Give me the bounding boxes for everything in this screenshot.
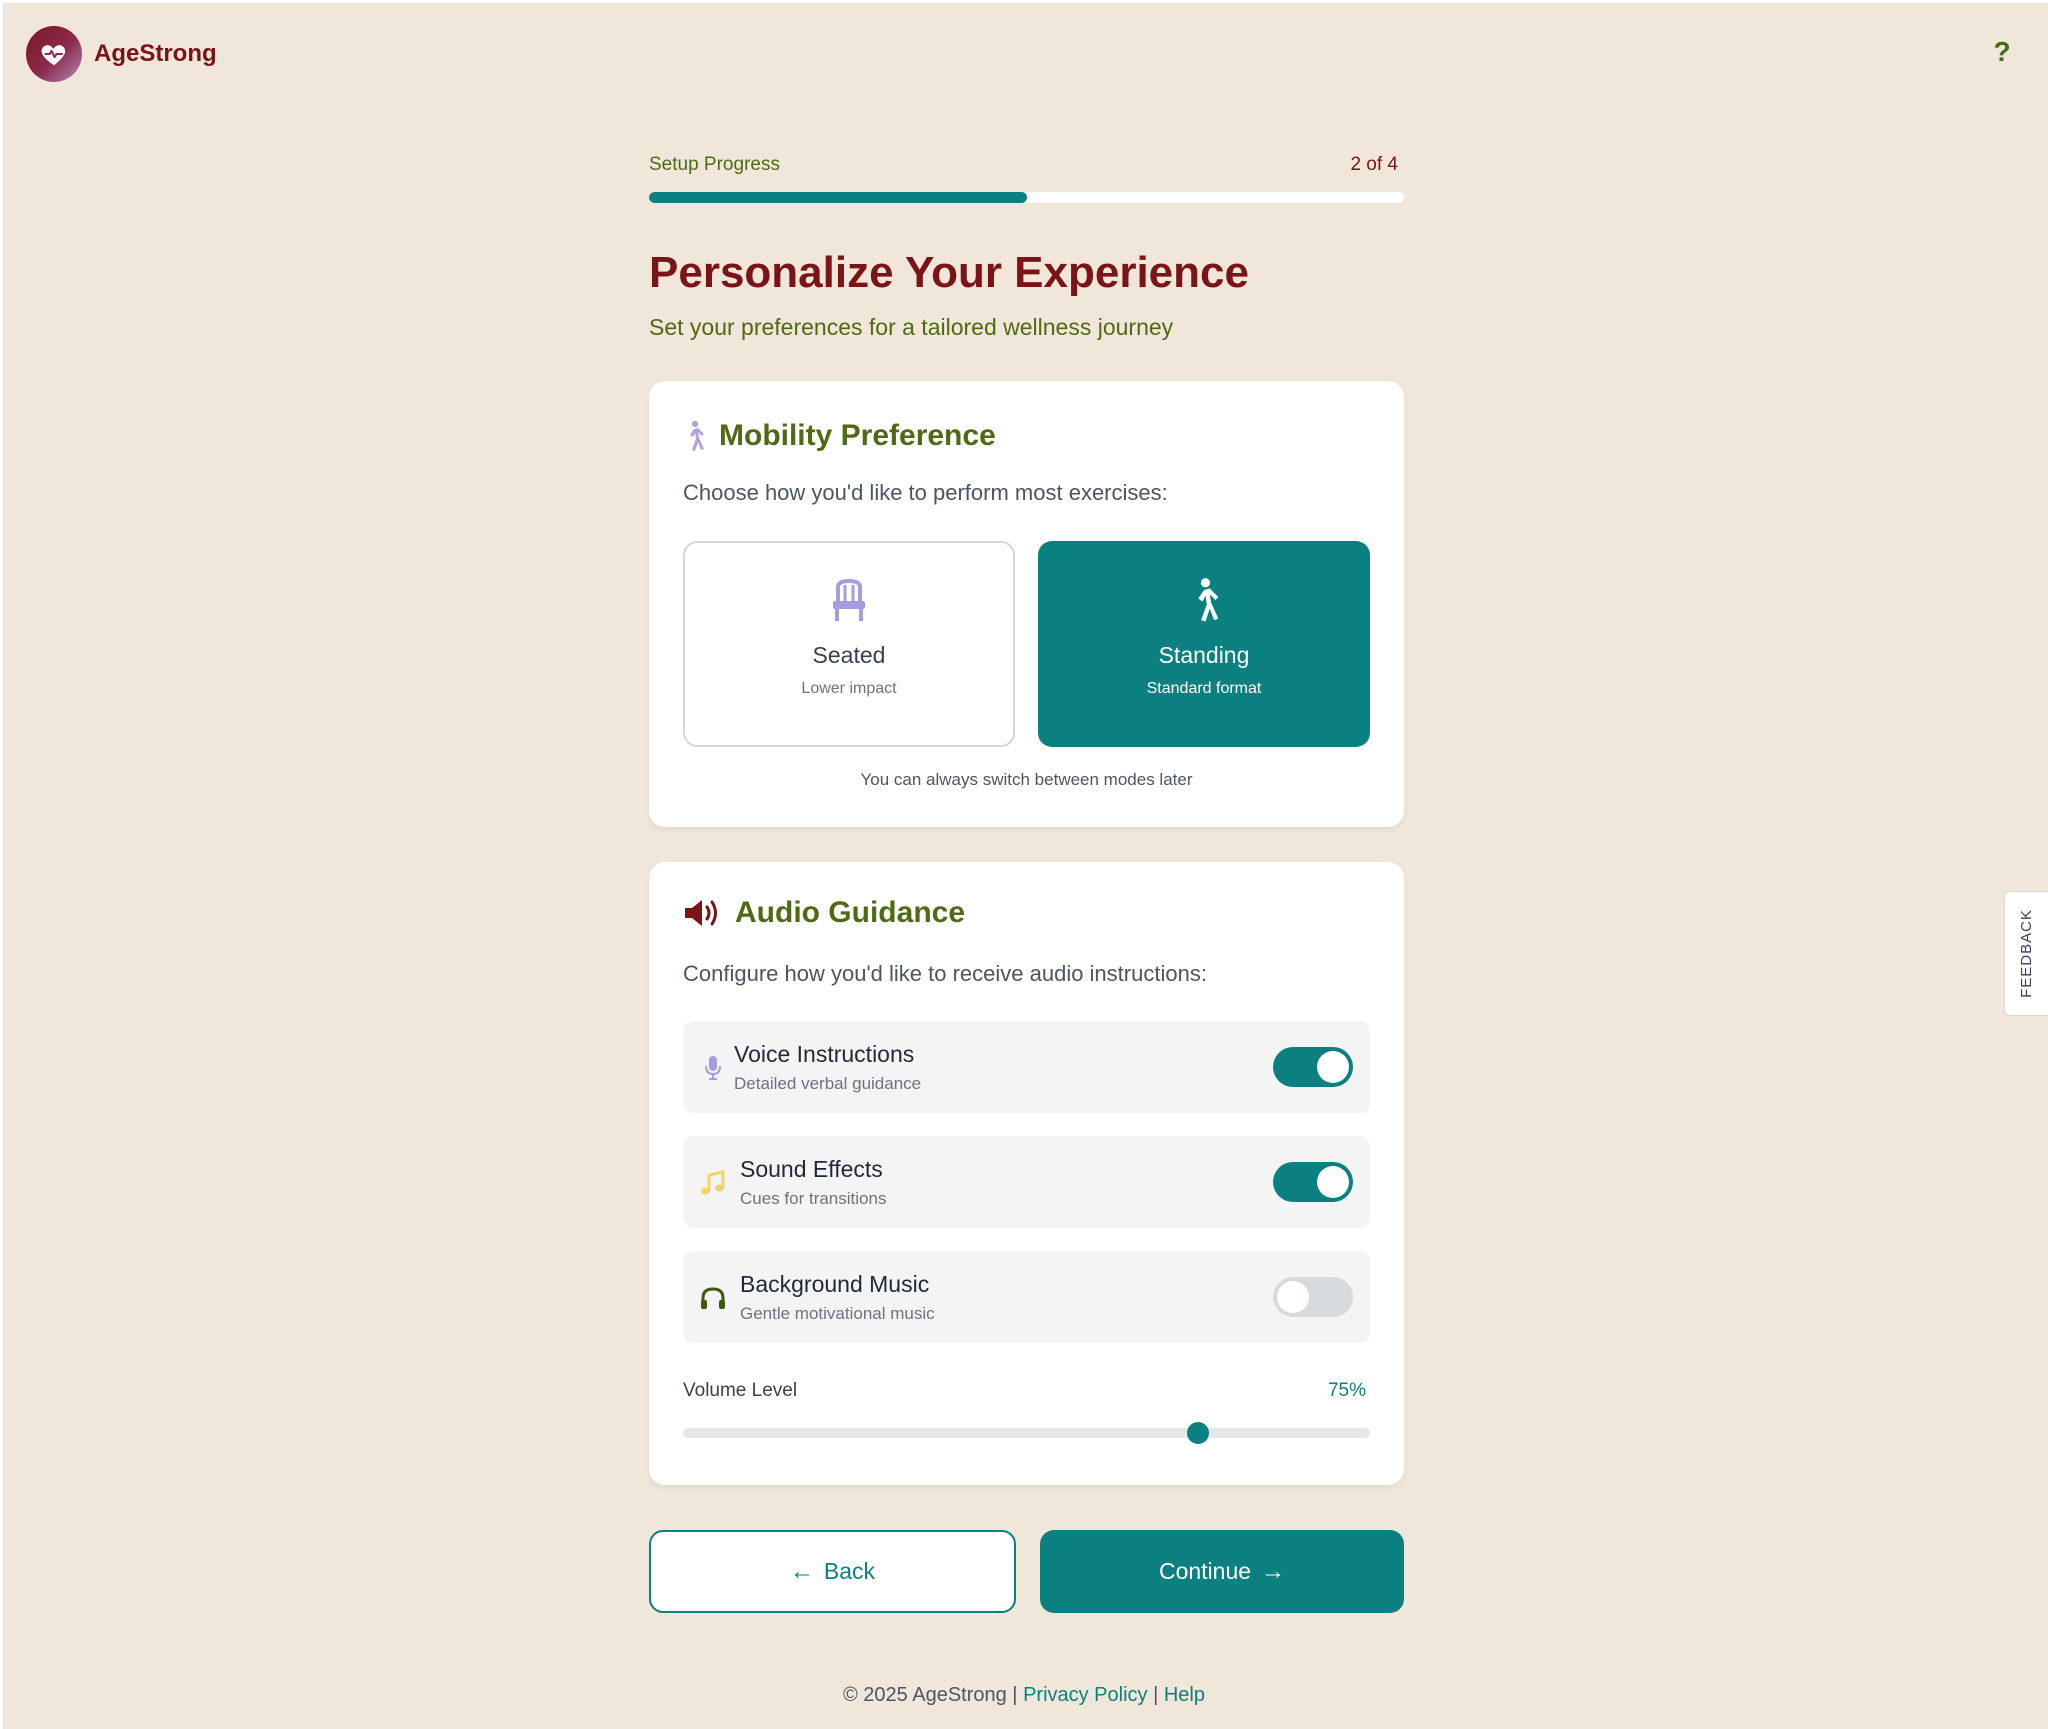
music-note-icon [699,1169,727,1197]
seated-option[interactable]: Seated Lower impact [683,541,1015,747]
page-title: Personalize Your Experience [649,248,1249,297]
heart-pulse-icon [26,26,82,82]
standing-option[interactable]: Standing Standard format [1038,541,1370,747]
mobility-preference-card: Mobility Preference Choose how you'd lik… [649,381,1404,827]
privacy-policy-link[interactable]: Privacy Policy [1023,1684,1147,1706]
volume-slider[interactable] [683,1422,1370,1444]
arrow-right-icon: → [1261,1557,1286,1585]
footer: © 2025 AgeStrong | Privacy Policy | Help [0,1684,2048,1707]
back-button[interactable]: ← Back [649,1530,1016,1613]
mode-switch-note: You can always switch between modes late… [860,770,1193,789]
toggle-knob [1317,1051,1349,1083]
mobility-title-text: Mobility Preference [719,419,996,452]
standing-option-sub: Standard format [1146,680,1262,697]
page-subtitle: Set your preferences for a tailored well… [649,314,1174,340]
sound-effects-label: Sound Effects [740,1156,883,1182]
arrow-left-icon: ← [789,1557,814,1585]
app-name: AgeStrong [94,40,217,67]
mobility-description: Choose how you'd like to perform most ex… [683,480,1168,505]
chair-icon [830,578,868,628]
speaker-volume-icon [683,897,721,929]
footer-copyright: © 2025 AgeStrong [843,1684,1007,1706]
footer-separator: | [1147,1684,1164,1706]
feedback-tab[interactable]: FEEDBACK [2004,891,2048,1016]
sound-effects-sub: Cues for transitions [740,1189,887,1208]
audio-card-title: Audio Guidance [683,896,965,930]
microphone-icon [699,1054,727,1082]
feedback-label: FEEDBACK [2018,909,2036,998]
help-link[interactable]: Help [1164,1684,1205,1706]
volume-level-label: Volume Level [683,1380,798,1401]
volume-slider-thumb[interactable] [1187,1422,1210,1444]
walking-person-icon [1188,577,1220,628]
continue-button-label: Continue [1158,1558,1252,1584]
voice-instructions-row: Voice Instructions Detailed verbal guida… [683,1021,1370,1113]
background-music-toggle[interactable] [1273,1277,1353,1317]
audio-title-text: Audio Guidance [735,896,966,929]
background-music-row: Background Music Gentle motivational mus… [683,1251,1370,1343]
audio-guidance-card: Audio Guidance Configure how you'd like … [649,862,1404,1485]
progress-count: 2 of 4 [1350,154,1398,175]
progress-bar-fill [649,192,1027,203]
background-music-label: Background Music [740,1271,930,1297]
voice-instructions-sub: Detailed verbal guidance [734,1074,922,1093]
seated-option-sub: Lower impact [801,680,897,697]
audio-description: Configure how you'd like to receive audi… [683,961,1207,986]
progress-bar [649,192,1404,203]
back-button-label: Back [823,1558,876,1584]
help-button[interactable]: ? [1986,36,2018,68]
sound-effects-row: Sound Effects Cues for transitions [683,1136,1370,1228]
progress-header: Setup Progress 2 of 4 [649,154,1404,176]
footer-separator: | [1006,1684,1024,1706]
seated-option-label: Seated [812,642,886,668]
mobility-card-title: Mobility Preference [683,419,996,453]
app-logo[interactable]: AgeStrong [26,26,217,82]
volume-level-value: 75% [1327,1380,1366,1401]
voice-instructions-toggle[interactable] [1273,1047,1353,1087]
toggle-knob [1317,1166,1349,1198]
headphones-icon [699,1284,727,1312]
sound-effects-toggle[interactable] [1273,1162,1353,1202]
walking-person-icon [683,420,705,452]
progress-label: Setup Progress [649,154,780,175]
toggle-knob [1277,1281,1309,1313]
standing-option-label: Standing [1158,642,1250,668]
voice-instructions-label: Voice Instructions [734,1041,915,1067]
continue-button[interactable]: Continue → [1040,1530,1404,1613]
background-music-sub: Gentle motivational music [740,1304,935,1323]
